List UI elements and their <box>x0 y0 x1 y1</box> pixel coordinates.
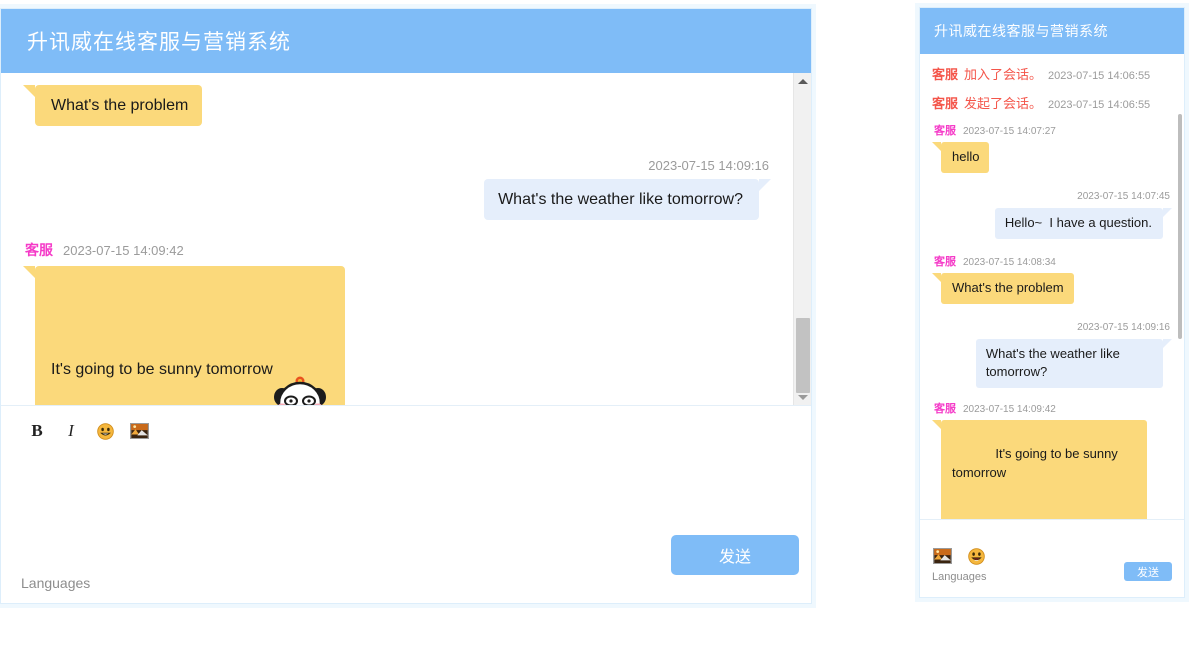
image-button[interactable] <box>932 546 952 566</box>
message-timestamp: 2023-07-15 14:09:42 <box>963 404 1056 416</box>
message-meta: 客服 2023-07-15 14:08:34 <box>934 253 1172 269</box>
scrollbar-thumb[interactable] <box>796 318 810 393</box>
italic-button[interactable]: I <box>61 421 81 441</box>
message-input[interactable] <box>27 458 785 547</box>
message-timestamp: 2023-07-15 14:06:55 <box>1048 99 1151 111</box>
message-row-visitor: What's the weather like tomorrow? <box>23 179 771 221</box>
message-row-agent: hello <box>931 142 1172 173</box>
message-timestamp: 2023-07-15 14:07:27 <box>963 126 1056 137</box>
agent-name-label: 客服 <box>932 96 959 111</box>
panda-sticker <box>995 486 1029 519</box>
message-timestamp: 2023-07-15 14:09:16 <box>648 158 769 174</box>
image-icon <box>932 548 952 564</box>
message-meta: 客服 2023-07-15 14:07:27 <box>934 122 1172 138</box>
languages-label[interactable]: Languages <box>21 575 90 591</box>
message-text: It's going to be sunny tomorrow <box>952 446 1122 480</box>
message-row-visitor: Hello~ I have a question. <box>932 207 1173 239</box>
system-message-text: 发起了会话。 <box>964 96 1043 111</box>
image-icon <box>129 423 149 439</box>
message-bubble-agent: It's going to be sunny tomorrow <box>931 420 1148 519</box>
message-bubble-visitor: What's the weather like tomorrow? <box>975 338 1173 389</box>
mobile-format-toolbar <box>932 546 986 566</box>
scroll-down-arrow[interactable] <box>794 389 811 405</box>
send-button[interactable]: 发送 <box>671 535 799 575</box>
desktop-format-toolbar: B I <box>1 406 811 444</box>
message-bubble-agent: What's the problem <box>22 85 203 127</box>
agent-name-label: 客服 <box>25 242 53 259</box>
desktop-header: 升讯威在线客服与营销系统 <box>1 9 811 73</box>
emoji-button[interactable] <box>95 421 115 441</box>
message-row-agent: It's going to be sunny tomorrow <box>23 266 771 405</box>
message-timestamp: 2023-07-15 14:09:16 <box>1077 321 1170 333</box>
mobile-composer: Languages 发送 <box>920 520 1184 597</box>
bold-button[interactable]: B <box>27 421 47 441</box>
agent-name-label: 客服 <box>932 67 959 82</box>
message-timestamp: 2023-07-15 14:08:34 <box>963 256 1056 268</box>
message-bubble-visitor: Hello~ I have a question. <box>994 207 1173 239</box>
mobile-message-list: 客服 加入了会话。 2023-07-15 14:06:55 客服 发起了会话。 … <box>920 54 1184 519</box>
message-bubble-agent: It's going to be sunny tomorrow <box>23 266 345 405</box>
agent-name-label: 客服 <box>934 125 956 137</box>
mobile-chat-widget: 升讯威在线客服与营销系统 客服 加入了会话。 2023-07-15 14:06:… <box>919 7 1185 598</box>
message-row-visitor: What's the weather like tomorrow? <box>932 338 1173 389</box>
message-row-agent: What's the problem <box>932 272 1172 304</box>
message-meta: 客服 2023-07-15 14:09:42 <box>25 240 771 260</box>
emoji-icon <box>967 547 985 565</box>
desktop-composer: B I Languages 发送 <box>1 406 811 603</box>
desktop-message-list: What's the problem 2023-07-15 14:09:16 W… <box>1 73 793 405</box>
message-meta: 客服 2023-07-15 14:09:42 <box>934 400 1172 416</box>
mobile-message-area: 客服 加入了会话。 2023-07-15 14:06:55 客服 发起了会话。 … <box>920 54 1184 520</box>
message-bubble-agent: hello <box>931 142 990 173</box>
agent-name-label: 客服 <box>934 403 956 416</box>
message-row-agent: What's the problem <box>22 85 771 127</box>
mobile-scrollbar-thumb[interactable] <box>1178 114 1182 339</box>
message-timestamp: 2023-07-15 14:06:55 <box>1048 70 1151 82</box>
mobile-header-title: 升讯威在线客服与营销系统 <box>934 23 1108 39</box>
languages-label[interactable]: Languages <box>932 571 986 583</box>
message-text: It's going to be sunny tomorrow <box>51 360 273 378</box>
image-button[interactable] <box>129 421 149 441</box>
message-bubble-visitor: What's the weather like tomorrow? <box>484 179 771 221</box>
message-row-agent: It's going to be sunny tomorrow <box>931 420 1172 519</box>
panda-sticker <box>269 327 331 405</box>
screenshot-root: 升讯威在线客服与营销系统 What's the problem 2023-07-… <box>0 0 1197 654</box>
send-button[interactable]: 发送 <box>1124 562 1172 581</box>
message-timestamp: 2023-07-15 14:09:42 <box>63 243 184 259</box>
system-message: 客服 加入了会话。 2023-07-15 14:06:55 <box>932 64 1172 83</box>
message-timestamp: 2023-07-15 14:07:45 <box>1077 190 1170 202</box>
system-message: 客服 发起了会话。 2023-07-15 14:06:55 <box>932 93 1172 112</box>
system-message-text: 加入了会话。 <box>964 67 1043 82</box>
agent-name-label: 客服 <box>934 255 956 268</box>
desktop-header-title: 升讯威在线客服与营销系统 <box>27 31 291 54</box>
emoji-button[interactable] <box>966 546 986 566</box>
emoji-icon <box>96 422 114 440</box>
scroll-up-arrow[interactable] <box>794 73 811 90</box>
desktop-chat-widget: 升讯威在线客服与营销系统 What's the problem 2023-07-… <box>0 8 812 604</box>
desktop-message-area: What's the problem 2023-07-15 14:09:16 W… <box>1 73 811 406</box>
desktop-scrollbar[interactable] <box>793 73 811 405</box>
mobile-header: 升讯威在线客服与营销系统 <box>920 8 1184 54</box>
message-bubble-agent: What's the problem <box>932 272 1074 304</box>
